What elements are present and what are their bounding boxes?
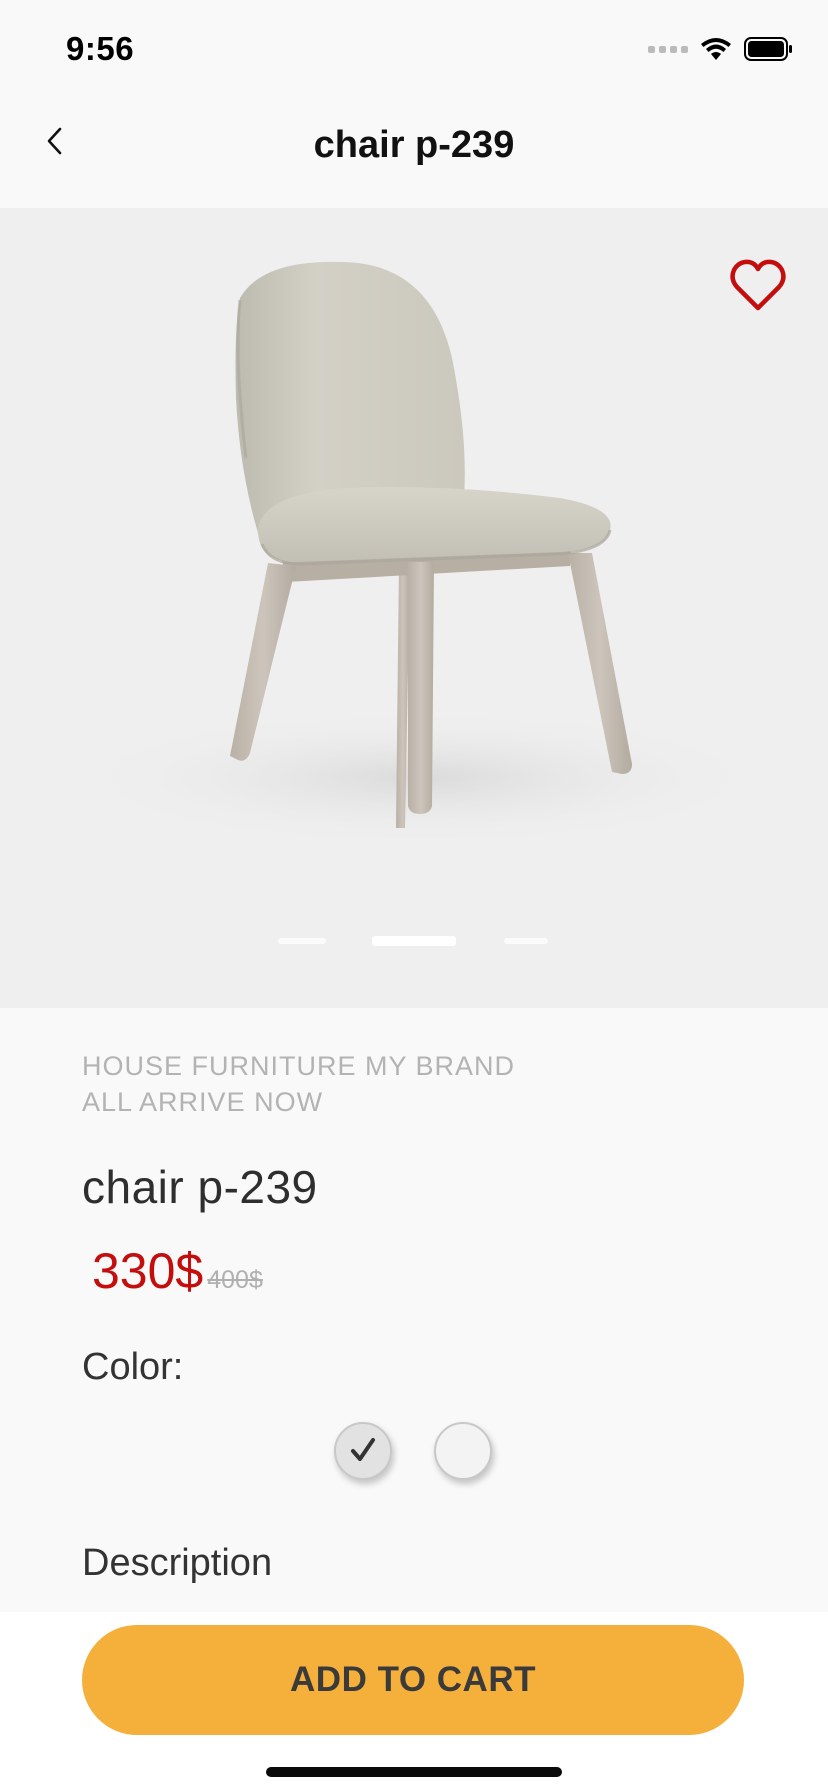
price-old: 400$ bbox=[207, 1266, 263, 1294]
price-current: 330$ bbox=[92, 1243, 204, 1299]
color-swatch-white[interactable] bbox=[434, 1422, 492, 1480]
color-swatch-gray[interactable] bbox=[334, 1422, 392, 1480]
bottom-bar: ADD TO CART bbox=[0, 1612, 828, 1792]
color-swatches bbox=[334, 1422, 492, 1480]
battery-icon bbox=[744, 37, 792, 61]
brand-info: HOUSE FURNITURE MY BRAND ALL ARRIVE NOW bbox=[82, 1048, 762, 1120]
image-pager bbox=[0, 936, 828, 948]
add-to-cart-button[interactable]: ADD TO CART bbox=[82, 1625, 744, 1735]
home-indicator bbox=[266, 1767, 562, 1777]
page-title: chair p-239 bbox=[313, 124, 515, 166]
description-heading: Description bbox=[82, 1542, 273, 1584]
pager-dot[interactable] bbox=[278, 938, 326, 944]
checkmark-icon bbox=[351, 1438, 375, 1461]
brand-line: HOUSE FURNITURE MY BRAND bbox=[82, 1051, 516, 1081]
pager-dot[interactable] bbox=[504, 938, 548, 944]
product-image-gallery[interactable] bbox=[0, 208, 828, 1008]
status-bar: 9:56 bbox=[0, 0, 828, 96]
signal-icon bbox=[648, 45, 688, 53]
pager-dot-active[interactable] bbox=[372, 936, 456, 946]
product-name: chair p-239 bbox=[82, 1161, 318, 1213]
status-time: 9:56 bbox=[66, 30, 135, 67]
wifi-icon bbox=[701, 38, 731, 60]
price-row: 330$ 400$ bbox=[92, 1242, 263, 1300]
product-image bbox=[60, 261, 780, 848]
heart-outline-icon bbox=[730, 259, 786, 311]
favorite-button[interactable] bbox=[728, 256, 788, 316]
status-icons bbox=[648, 34, 794, 64]
arrival-line: ALL ARRIVE NOW bbox=[82, 1087, 324, 1117]
color-label: Color: bbox=[82, 1346, 184, 1388]
nav-bar: chair p-239 bbox=[0, 96, 828, 208]
